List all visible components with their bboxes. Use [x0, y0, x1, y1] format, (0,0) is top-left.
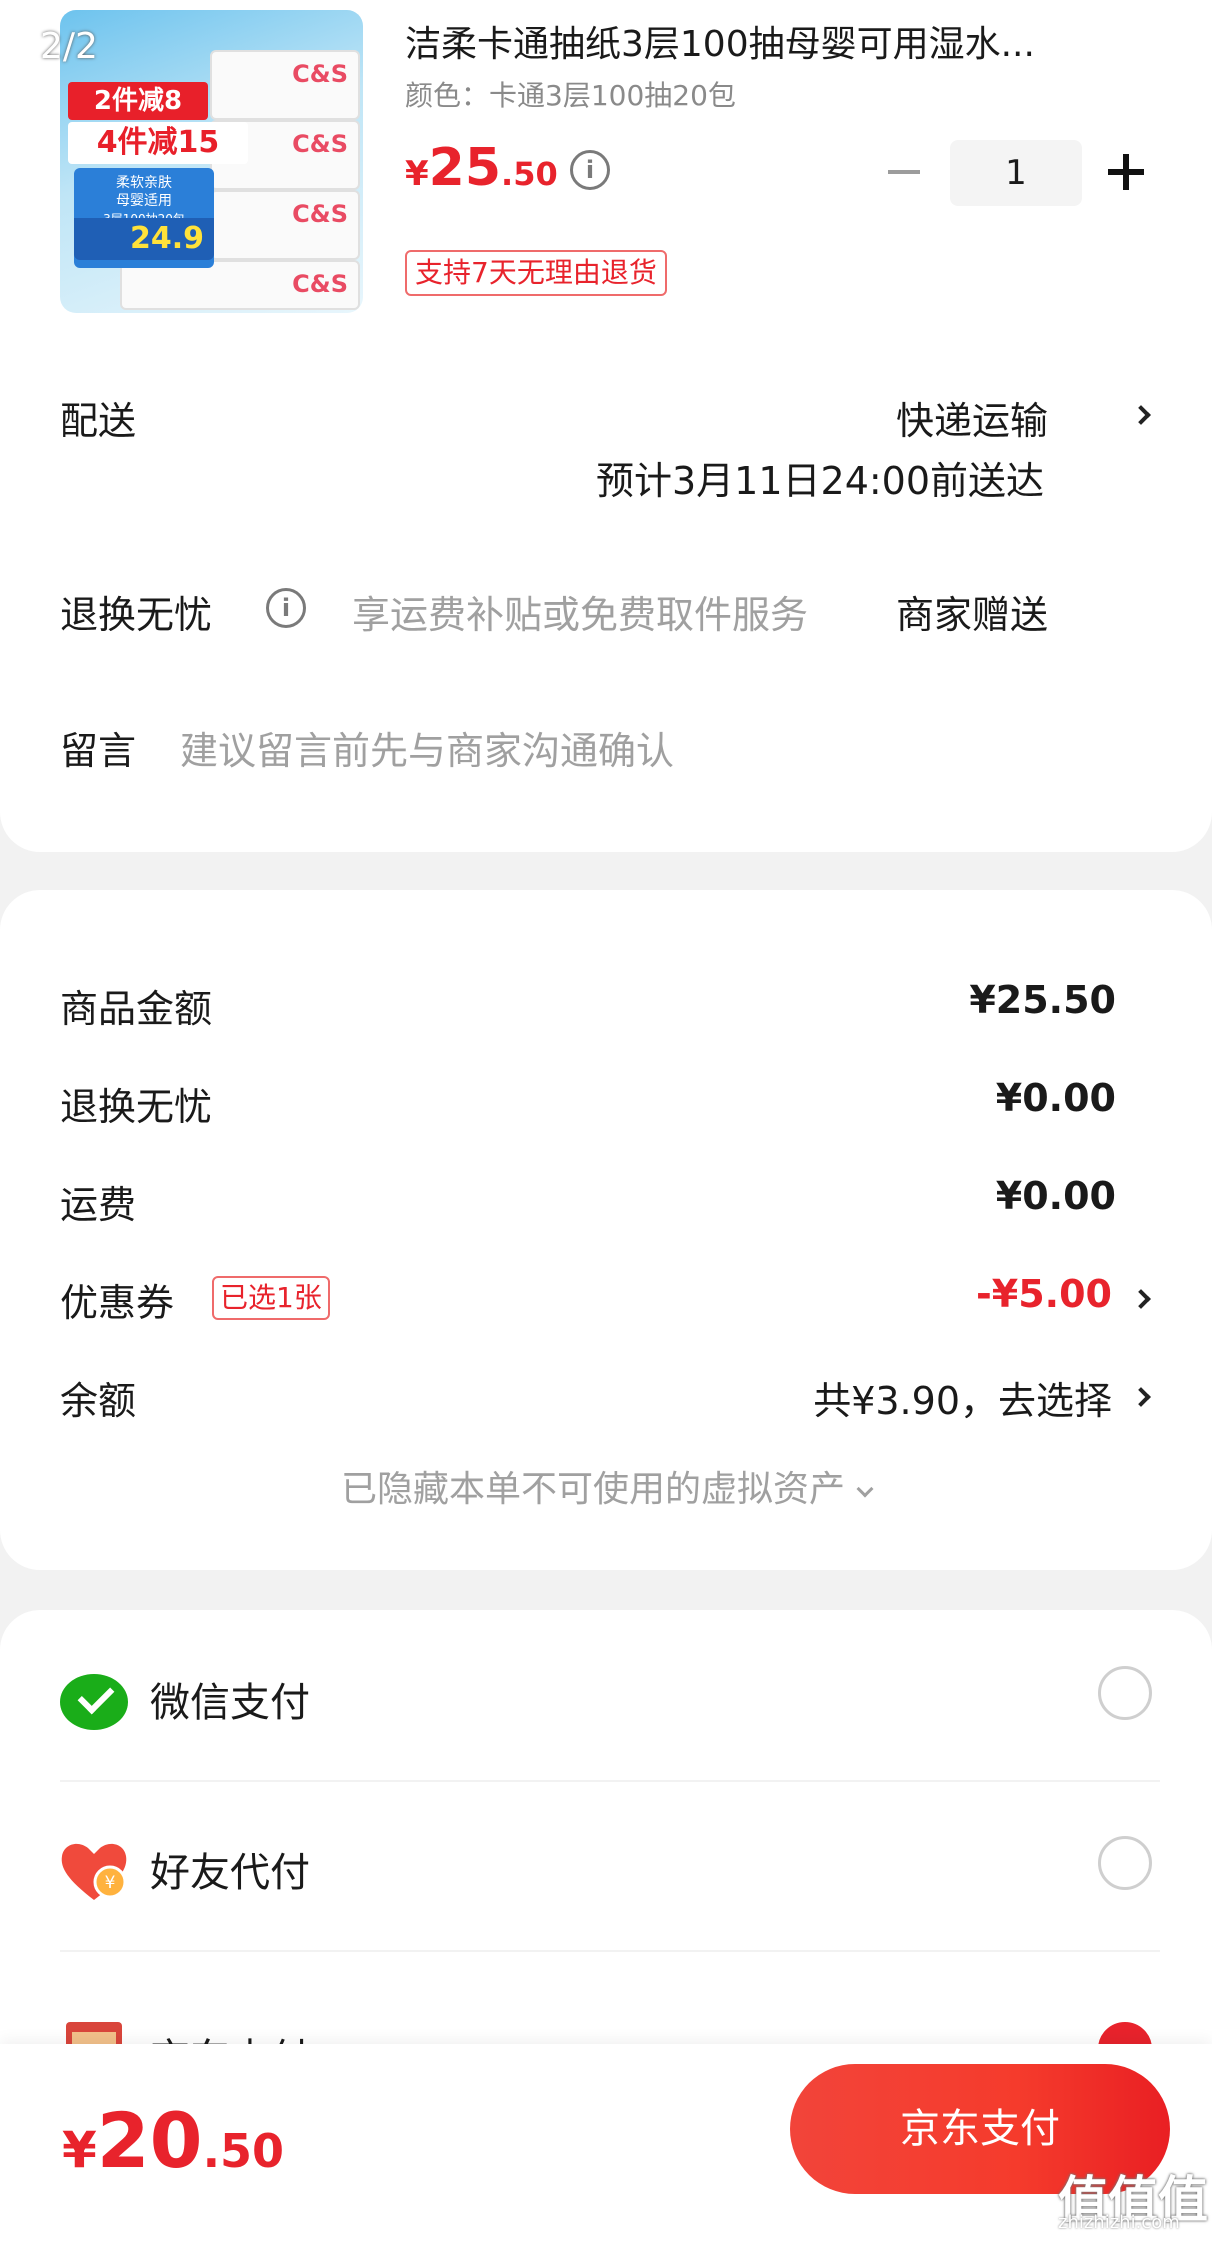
product-title[interactable]: 洁柔卡通抽纸3层100抽母婴可用湿水... [405, 20, 1115, 70]
payment-radio-wechat[interactable] [1098, 1666, 1152, 1720]
checkout-bar: ¥20.50 京东支付 [0, 2044, 1212, 2244]
order-total: ¥20.50 [62, 2096, 284, 2185]
quantity-increase-button[interactable] [1108, 154, 1144, 190]
quantity-decrease-button[interactable] [888, 170, 920, 174]
returns-value: 商家赠送 [896, 593, 1049, 637]
chevron-down-icon [856, 1480, 874, 1498]
total-integer: 20 [96, 2096, 203, 2185]
checkout-page: 2件减8 4件减15 柔软亲肤 母婴适用 3层100抽20包 24.9 2/2 … [0, 0, 1212, 2244]
price-decimal: .50 [501, 155, 558, 193]
goods-amount-value: ¥25.50 [969, 978, 1116, 1022]
divider [60, 1950, 1160, 1952]
product-price: ¥25.50 [405, 138, 558, 198]
balance-chevron-icon[interactable] [1131, 1387, 1151, 1407]
coupon-value[interactable]: -¥5.00 [976, 1272, 1112, 1316]
coupon-chevron-icon[interactable] [1131, 1289, 1151, 1309]
payment-option-wechat[interactable]: 微信支付 [0, 1610, 1212, 1780]
promo-tag-4-items: 4件减15 [68, 122, 248, 164]
balance-value[interactable]: 共¥3.90，去选择 [813, 1370, 1112, 1425]
friend-pay-icon: ¥ [61, 1843, 127, 1900]
returns-label: 退换无忧 [60, 593, 213, 637]
return-policy-badge: 支持7天无理由退货 [405, 250, 667, 296]
payment-radio-friend[interactable] [1098, 1836, 1152, 1890]
total-symbol: ¥ [62, 2121, 97, 2179]
image-page-counter: 2/2 [40, 26, 98, 67]
delivery-method[interactable]: 快递运输 [896, 390, 1048, 445]
returns-fee-label: 退换无忧 [60, 1085, 213, 1129]
image-price: 24.9 [74, 218, 214, 260]
returns-description: 享运费补贴或免费取件服务 [352, 593, 809, 637]
message-label: 留言 [60, 729, 137, 773]
panel-line-1: 柔软亲肤 [116, 175, 172, 191]
total-decimal: .50 [202, 2124, 285, 2178]
product-thumbnail[interactable]: 2件减8 4件减15 柔软亲肤 母婴适用 3层100抽20包 24.9 [60, 10, 363, 313]
payment-option-friend[interactable]: ¥ 好友代付 [0, 1780, 1212, 1950]
wechat-pay-icon [60, 1674, 128, 1730]
quantity-value[interactable]: 1 [950, 140, 1082, 206]
delivery-chevron-icon[interactable] [1131, 405, 1151, 425]
hidden-assets-text: 已隐藏本单不可使用的虚拟资产 [340, 1469, 845, 1510]
shipping-fee-label: 运费 [60, 1183, 137, 1227]
panel-line-2: 母婴适用 [116, 193, 172, 209]
returns-info-icon[interactable]: i [266, 588, 306, 628]
price-summary-card: 商品金额 ¥25.50 退换无忧 ¥0.00 运费 ¥0.00 优惠券 已选1张… [0, 890, 1212, 1570]
goods-amount-label: 商品金额 [60, 987, 213, 1031]
svg-text:¥: ¥ [105, 1873, 116, 1893]
message-input[interactable]: 建议留言前先与商家沟通确认 [180, 720, 674, 775]
payment-option-label: 好友代付 [150, 1850, 310, 1896]
coupon-selected-badge: 已选1张 [212, 1276, 330, 1320]
price-integer: 25 [428, 138, 502, 198]
delivery-label: 配送 [60, 399, 137, 443]
order-item-card: 2件减8 4件减15 柔软亲肤 母婴适用 3层100抽20包 24.9 2/2 … [0, 0, 1212, 852]
shipping-fee-value: ¥0.00 [995, 1174, 1116, 1218]
watermark-url: zhizhizhi.com [1058, 2212, 1180, 2233]
promo-tag-2-items: 2件减8 [68, 82, 208, 120]
returns-fee-value: ¥0.00 [995, 1076, 1116, 1120]
price-info-icon[interactable]: i [570, 150, 610, 190]
price-symbol: ¥ [405, 154, 429, 194]
delivery-eta: 预计3月11日24:00前送达 [596, 459, 1045, 503]
product-spec[interactable]: 颜色：卡通3层100抽20包 [405, 74, 736, 114]
balance-label: 余额 [60, 1379, 137, 1423]
hidden-assets-toggle[interactable]: 已隐藏本单不可使用的虚拟资产 [0, 1460, 1212, 1512]
payment-option-label: 微信支付 [150, 1680, 310, 1726]
coupon-label: 优惠券 [60, 1281, 175, 1325]
